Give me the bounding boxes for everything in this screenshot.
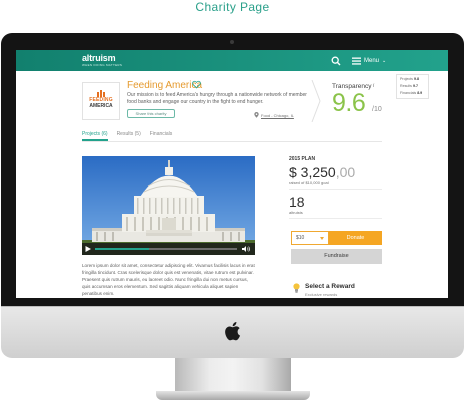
map-pin-icon: [254, 112, 259, 118]
charity-mission: Our mission is to feed America's hungry …: [127, 92, 307, 105]
site-logo-tagline: WHEN DOING MATTERS: [82, 63, 123, 67]
divider-chevron: [311, 80, 321, 122]
goal-text: raised of $10,000 goal: [289, 180, 329, 185]
hamburger-icon: [352, 57, 361, 65]
select-reward-subtitle: Exclusive rewards: [305, 292, 338, 297]
divider: [289, 218, 382, 219]
score-line-financials: Financials 8.9: [400, 91, 429, 96]
screen: altruism WHEN DOING MATTERS Menu ⌄ FEEDI…: [16, 50, 448, 298]
lightbulb-icon: [293, 283, 300, 293]
select-reward-title[interactable]: Select a Reward: [305, 283, 355, 291]
charity-logo-line2: AMERICA: [89, 103, 113, 109]
location-label: Food - Chicago, IL: [261, 112, 294, 118]
plan-label: 2015 PLAN: [289, 156, 316, 162]
location[interactable]: Food - Chicago, IL: [254, 112, 294, 118]
tabs-divider: [82, 141, 382, 142]
logo-bar: [100, 90, 102, 97]
tab-bar: Projects (6) Results (5) Financials: [82, 130, 172, 141]
divider: [289, 189, 382, 190]
page-caption: Charity Page: [195, 0, 270, 14]
score-line-results: Results 9.7: [400, 84, 429, 89]
search-icon[interactable]: [331, 56, 341, 66]
altruists-count: 18: [289, 194, 305, 210]
volume-icon[interactable]: [242, 246, 250, 252]
score-label: Results: [400, 84, 412, 88]
project-video[interactable]: [82, 156, 255, 255]
video-progress[interactable]: [95, 248, 237, 250]
score-label: Financials: [400, 91, 417, 95]
site-logo[interactable]: altruism: [82, 53, 116, 63]
camera-icon: [230, 40, 234, 44]
tab-results[interactable]: Results (5): [117, 130, 141, 141]
project-description: Lorem ipsum dolor sit amet, consectetur …: [82, 263, 255, 296]
raised-amount: $ 3,250,00: [289, 164, 355, 180]
score-breakdown: Projects 9.8 Results 9.7 Financials 8.9: [396, 74, 429, 99]
score-value: 8.9: [417, 91, 423, 95]
score-value: 9.7: [412, 84, 418, 88]
charity-logo: FEEDING AMERICA: [82, 82, 120, 120]
chevron-down-icon: ⌄: [382, 57, 387, 64]
apple-logo-icon: [225, 322, 241, 341]
top-navbar: altruism WHEN DOING MATTERS Menu ⌄: [16, 50, 448, 71]
video-progress-fill: [95, 248, 149, 250]
fundraise-button[interactable]: Fundraise: [291, 249, 382, 264]
transparency-score: 9.6: [332, 89, 366, 117]
heart-icon[interactable]: [192, 80, 201, 89]
chevron-down-icon: [320, 237, 324, 240]
play-icon[interactable]: [85, 246, 91, 252]
share-charity-button[interactable]: Share this charity: [127, 109, 175, 118]
monitor-stand-neck: [175, 358, 291, 392]
score-label: Projects: [400, 77, 413, 81]
menu-button[interactable]: Menu ⌄: [352, 55, 386, 66]
tab-financials[interactable]: Financials: [150, 130, 173, 141]
raised-amount-cents: ,00: [335, 164, 356, 180]
donate-button[interactable]: Donate: [329, 231, 382, 245]
transparency-out-of: /10: [372, 106, 382, 113]
tab-projects[interactable]: Projects (6): [82, 130, 108, 141]
monitor-stand-foot: [156, 391, 310, 400]
score-value: 9.8: [413, 77, 419, 81]
raised-amount-main: $ 3,250: [289, 164, 336, 180]
altruists-label: altruists: [289, 210, 303, 215]
charity-name: Feeding America: [127, 80, 203, 91]
video-controls: [82, 243, 255, 255]
score-line-projects: Projects 9.8: [400, 77, 429, 82]
menu-label: Menu: [364, 57, 380, 64]
info-icon[interactable]: i: [373, 83, 374, 90]
